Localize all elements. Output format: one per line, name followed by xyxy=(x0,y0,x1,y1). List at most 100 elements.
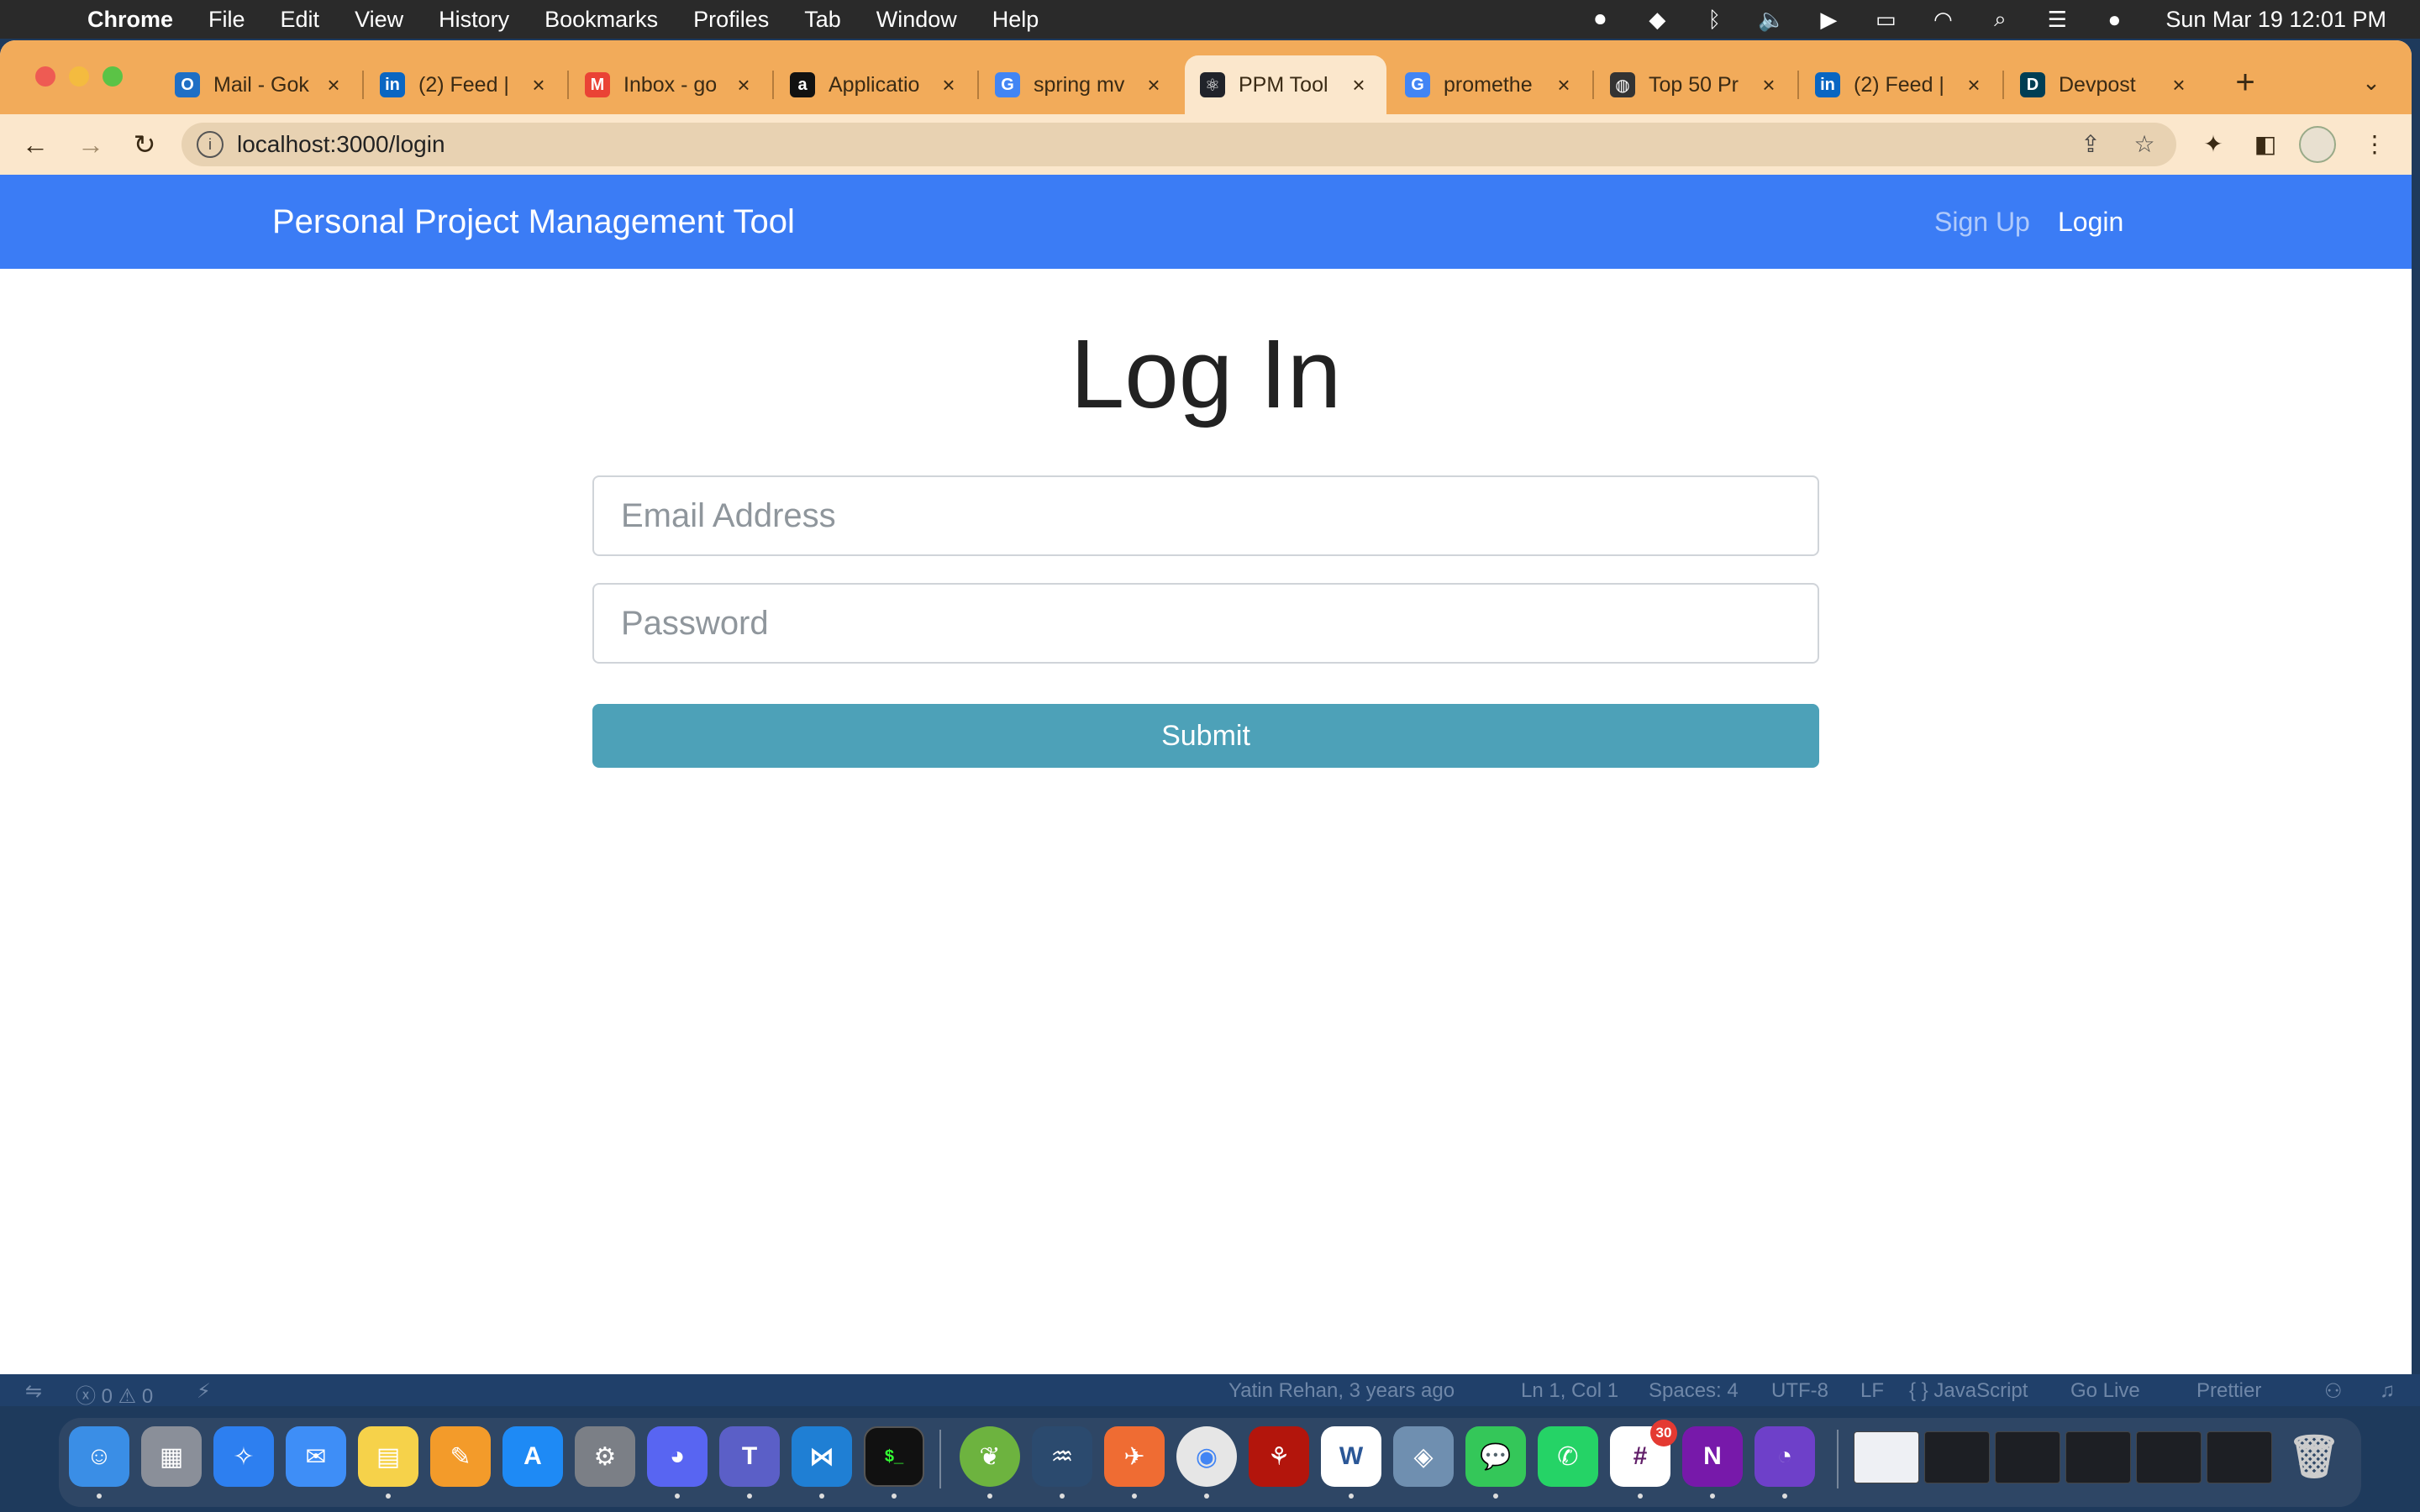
menu-bookmarks[interactable]: Bookmarks xyxy=(544,7,658,33)
whatsapp-icon[interactable]: ✆ xyxy=(1538,1426,1598,1487)
browser-tab[interactable]: Gpromethe × xyxy=(1390,55,1591,114)
menu-clock[interactable]: Sun Mar 19 12:01 PM xyxy=(2165,7,2386,33)
remote-icon[interactable]: ⇋ xyxy=(25,1379,42,1404)
password-input[interactable] xyxy=(592,583,1819,664)
close-tab-icon[interactable]: × xyxy=(936,72,961,98)
slack-icon[interactable]: #30 xyxy=(1610,1420,1677,1487)
browser-tab[interactable]: M Inbox - go × xyxy=(570,55,771,114)
bluetooth-icon[interactable]: ᛒ xyxy=(1700,7,1728,32)
notes-icon[interactable]: ▤ xyxy=(358,1426,418,1487)
close-tab-icon[interactable]: × xyxy=(1551,72,1576,98)
chrome-icon[interactable]: ◉ xyxy=(1176,1426,1237,1487)
back-button[interactable]: ← xyxy=(17,126,54,163)
indentation[interactable]: Spaces: 4 xyxy=(1649,1379,1739,1403)
virtualbox-icon[interactable]: ◈ xyxy=(1393,1426,1454,1487)
minimize-window-button[interactable] xyxy=(69,66,89,87)
url-input[interactable] xyxy=(237,128,2002,161)
new-tab-button[interactable]: + xyxy=(2227,64,2264,101)
close-tab-icon[interactable]: × xyxy=(526,72,551,98)
prettier-status[interactable]: Prettier xyxy=(2196,1379,2261,1403)
trash-icon[interactable]: 🗑 xyxy=(2284,1426,2344,1487)
menu-window[interactable]: Window xyxy=(876,7,957,33)
discord-icon[interactable]: ◕ xyxy=(647,1426,708,1487)
browser-tab[interactable]: O Mail - Gok × xyxy=(160,55,361,114)
maximize-window-button[interactable] xyxy=(103,66,123,87)
menu-app-name[interactable]: Chrome xyxy=(87,7,173,33)
volume-icon[interactable]: 🔈 xyxy=(1757,7,1786,32)
github-desktop-icon[interactable]: ◔ xyxy=(1754,1426,1815,1487)
browser-tab[interactable]: in (2) Feed | × xyxy=(365,55,566,114)
app-store-icon[interactable]: A xyxy=(502,1426,563,1487)
menu-edit[interactable]: Edit xyxy=(281,7,320,33)
minimized-window-thumbnail[interactable] xyxy=(1924,1431,1990,1483)
battery-icon[interactable]: ▭ xyxy=(1871,7,1900,32)
minimized-window-thumbnail[interactable] xyxy=(1854,1431,1919,1483)
launchpad-icon[interactable]: ▦ xyxy=(141,1426,202,1487)
reload-button[interactable]: ↻ xyxy=(126,126,163,163)
vscode-icon[interactable]: ⋈ xyxy=(792,1426,852,1487)
finder-icon[interactable]: ☺ xyxy=(69,1426,129,1487)
bookmark-star-icon[interactable]: ☆ xyxy=(2129,129,2160,160)
menu-help[interactable]: Help xyxy=(992,7,1039,33)
go-live-button[interactable]: Go Live xyxy=(2070,1379,2140,1403)
siri-icon[interactable]: ● xyxy=(2100,7,2128,32)
now-playing-icon[interactable]: ▶ xyxy=(1814,7,1843,32)
submit-button[interactable]: Submit xyxy=(592,704,1819,768)
menu-tab[interactable]: Tab xyxy=(804,7,841,33)
close-tab-icon[interactable]: × xyxy=(1346,72,1371,98)
close-tab-icon[interactable]: × xyxy=(1756,72,1781,98)
close-window-button[interactable] xyxy=(35,66,55,87)
minimized-window-thumbnail[interactable] xyxy=(2207,1431,2272,1483)
wifi-icon[interactable]: ◠ xyxy=(1928,7,1957,32)
chrome-menu-icon[interactable]: ⋮ xyxy=(2356,126,2393,163)
line-ending[interactable]: LF xyxy=(1860,1379,1884,1403)
git-blame[interactable]: Yatin Rehan, 3 years ago xyxy=(1228,1379,1455,1403)
minimized-window-thumbnail[interactable] xyxy=(1995,1431,2060,1483)
language-mode[interactable]: { } JavaScript xyxy=(1909,1379,2028,1403)
problems-indicator[interactable]: ⓧ 0 ⚠ 0 xyxy=(76,1379,153,1409)
close-tab-icon[interactable]: × xyxy=(321,72,346,98)
screen-record-icon[interactable]: ⏺ xyxy=(1586,6,1614,32)
browser-tab[interactable]: in (2) Feed | × xyxy=(1800,55,2002,114)
profile-avatar[interactable] xyxy=(2299,126,2336,163)
teams-icon[interactable]: T xyxy=(719,1426,780,1487)
app-status-icon[interactable]: ◆ xyxy=(1643,7,1671,32)
cursor-position[interactable]: Ln 1, Col 1 xyxy=(1521,1379,1618,1403)
encoding[interactable]: UTF-8 xyxy=(1771,1379,1828,1403)
nav-login-link[interactable]: Login xyxy=(2058,175,2123,269)
browser-tab[interactable]: Gspring mv × xyxy=(980,55,1181,114)
mysql-workbench-icon[interactable]: ♒ xyxy=(1032,1426,1092,1487)
email-input[interactable] xyxy=(592,475,1819,556)
account-icon[interactable]: ⚇ xyxy=(2324,1379,2343,1404)
messages-icon[interactable]: 💬 xyxy=(1465,1426,1526,1487)
menu-profiles[interactable]: Profiles xyxy=(693,7,769,33)
onenote-icon[interactable]: N xyxy=(1682,1426,1743,1487)
menu-history[interactable]: History xyxy=(439,7,509,33)
git-sync-icon[interactable]: ⚡ xyxy=(197,1379,211,1404)
menu-view[interactable]: View xyxy=(355,7,403,33)
acrobat-icon[interactable]: ⚘ xyxy=(1249,1426,1309,1487)
close-tab-icon[interactable]: × xyxy=(2166,72,2191,98)
side-panel-icon[interactable]: ◧ xyxy=(2247,126,2284,163)
minimized-window-thumbnail[interactable] xyxy=(2136,1431,2202,1483)
safari-icon[interactable]: ✧ xyxy=(213,1426,274,1487)
close-tab-icon[interactable]: × xyxy=(1141,72,1166,98)
site-info-icon[interactable]: i xyxy=(197,131,224,158)
mail-icon[interactable]: ✉ xyxy=(286,1426,346,1487)
spring-tools-icon[interactable]: ❦ xyxy=(960,1426,1020,1487)
word-icon[interactable]: W xyxy=(1321,1426,1381,1487)
close-tab-icon[interactable]: × xyxy=(1961,72,1986,98)
close-tab-icon[interactable]: × xyxy=(731,72,756,98)
system-settings-icon[interactable]: ⚙ xyxy=(575,1426,635,1487)
browser-tab[interactable]: ⚛ PPM Tool × xyxy=(1185,55,1386,114)
extensions-puzzle-icon[interactable]: ✦ xyxy=(2195,126,2232,163)
forward-button[interactable]: → xyxy=(72,126,109,163)
nav-signup-link[interactable]: Sign Up xyxy=(1934,175,2030,269)
tab-search-chevron-icon[interactable]: ⌄ xyxy=(2353,64,2390,101)
postman-icon[interactable]: ✈ xyxy=(1104,1426,1165,1487)
minimized-window-thumbnail[interactable] xyxy=(2065,1431,2131,1483)
address-bar[interactable]: i ⇪ ☆ xyxy=(182,123,2176,166)
pages-icon[interactable]: ✎ xyxy=(430,1426,491,1487)
control-center-icon[interactable]: ☰ xyxy=(2043,7,2071,32)
browser-tab[interactable]: D Devpost × xyxy=(2005,55,2207,114)
